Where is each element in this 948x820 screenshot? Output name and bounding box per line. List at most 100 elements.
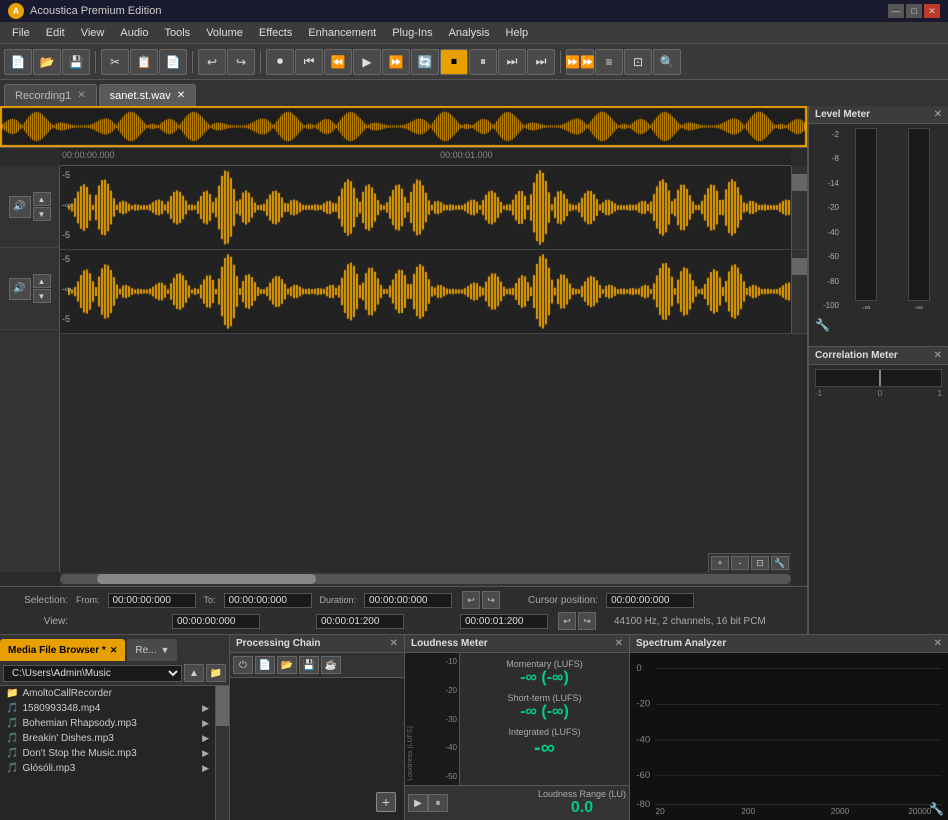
list-button[interactable]: ≡ [595,49,623,75]
cursor-pos-input[interactable] [606,593,694,608]
stop-button[interactable]: ⏹ [440,49,468,75]
chain-new-btn[interactable]: 📄 [255,656,275,674]
track2-vscroll[interactable] [791,250,807,333]
sel-next-btn[interactable]: ↪ [482,591,500,609]
fast-forward-button[interactable]: ⏩ [382,49,410,75]
hscrollbar[interactable] [60,572,791,586]
zoom-out-btn[interactable]: - [731,556,749,570]
track1-up[interactable]: ▲ [33,192,51,206]
menu-edit[interactable]: Edit [38,25,73,41]
record-button[interactable]: ⏺ [266,49,294,75]
tab-sanet[interactable]: sanet.st.wav ✕ [99,84,197,106]
grid-button[interactable]: ⊡ [624,49,652,75]
menu-plugins[interactable]: Plug-Ins [384,25,440,41]
pause-button[interactable]: ⏸ [469,49,497,75]
menu-file[interactable]: File [4,25,38,41]
loudness-play-btn[interactable]: ▶ [408,794,428,812]
play-btn-5[interactable]: ▶ [202,763,209,774]
correlation-meter-close[interactable]: ✕ [934,350,942,361]
loop-button[interactable]: 🔄 [411,49,439,75]
media-path-select[interactable]: C:\Users\Admin\Music [3,665,182,682]
chain-cup-btn[interactable]: ☕ [321,656,341,674]
track2-up[interactable]: ▲ [33,274,51,288]
spectrum-close[interactable]: ✕ [934,638,942,649]
list-item[interactable]: 🎵 Glósóli.mp3 ▶ [0,761,215,776]
loudness-close[interactable]: ✕ [615,638,623,649]
menu-view[interactable]: View [73,25,113,41]
menu-tools[interactable]: Tools [157,25,199,41]
minimize-button[interactable]: — [888,4,904,18]
chain-close[interactable]: ✕ [390,638,398,649]
copy-button[interactable]: 📋 [130,49,158,75]
play-btn-4[interactable]: ▶ [202,748,209,759]
level-meter-wrench[interactable]: 🔧 [815,318,830,332]
media-browser-tab[interactable]: Media File Browser * ✕ [0,639,125,661]
spectrum-wrench[interactable]: 🔧 [929,802,944,816]
loudness-stop-btn[interactable]: ⏸ [428,794,448,812]
list-item[interactable]: 🎵 Don't Stop the Music.mp3 ▶ [0,746,215,761]
play-btn-2[interactable]: ▶ [202,718,209,729]
view-to-input[interactable] [316,614,404,629]
snap-button[interactable]: ⏩⏩ [566,49,594,75]
play-btn-3[interactable]: ▶ [202,733,209,744]
tab-recording1[interactable]: Recording1 ✕ [4,84,97,106]
open-button[interactable]: 📂 [33,49,61,75]
menu-effects[interactable]: Effects [251,25,300,41]
chain-power-btn[interactable]: ⏻ [233,656,253,674]
close-button[interactable]: ✕ [924,4,940,18]
paste-button[interactable]: 📄 [159,49,187,75]
sel-prev-btn[interactable]: ↩ [462,591,480,609]
maximize-button[interactable]: □ [906,4,922,18]
zoom-in-btn[interactable]: + [711,556,729,570]
undo-button[interactable]: ↩ [198,49,226,75]
media-browser-tab-close[interactable]: ✕ [110,645,118,656]
tab-sanet-close[interactable]: ✕ [177,90,185,101]
selection-dur-input[interactable] [364,593,452,608]
track1-vscroll[interactable] [791,166,807,249]
media-vscroll-thumb[interactable] [216,686,229,726]
play-button[interactable]: ▶ [353,49,381,75]
rewind-button[interactable]: ⏪ [324,49,352,75]
tracks-main[interactable]: -5 -∞ -5 -5 -∞ -5 [60,166,807,572]
view-dur-input[interactable] [460,614,548,629]
menu-analysis[interactable]: Analysis [441,25,498,41]
view-from-input[interactable] [172,614,260,629]
tab-recording1-close[interactable]: ✕ [77,90,85,101]
hscrollbar-thumb[interactable] [97,574,316,584]
menu-help[interactable]: Help [498,25,537,41]
menu-volume[interactable]: Volume [198,25,251,41]
list-item[interactable]: 🎵 Bohemian Rhapsody.mp3 ▶ [0,716,215,731]
track2-down[interactable]: ▼ [33,289,51,303]
zoom-wrench-btn[interactable]: 🔧 [771,556,789,570]
play-btn-1[interactable]: ▶ [202,703,209,714]
zoom-fit-btn[interactable]: ⊡ [751,556,769,570]
chain-add-btn[interactable]: + [376,792,396,812]
media-vscroll[interactable] [215,686,229,820]
file-name-5: Glósóli.mp3 [22,763,75,774]
media-folder-btn[interactable]: 📁 [206,664,226,682]
list-item[interactable]: 📁 AmoltoCallRecorder [0,686,215,701]
selection-from-input[interactable] [108,593,196,608]
menu-audio[interactable]: Audio [112,25,156,41]
list-item[interactable]: 🎵 1580993348.mp4 ▶ [0,701,215,716]
view-prev-btn[interactable]: ↩ [558,612,576,630]
level-meter-close[interactable]: ✕ [934,109,942,120]
media-up-btn[interactable]: ▲ [184,664,204,682]
redo-button[interactable]: ↪ [227,49,255,75]
track1-down[interactable]: ▼ [33,207,51,221]
next-button[interactable]: ⏭ [498,49,526,75]
overview-waveform[interactable]: // Will be rendered via JS below [0,106,807,148]
zoom-button[interactable]: 🔍 [653,49,681,75]
view-next-btn[interactable]: ↪ [578,612,596,630]
selection-to-input[interactable] [224,593,312,608]
menu-enhancement[interactable]: Enhancement [300,25,384,41]
cut-button[interactable]: ✂ [101,49,129,75]
chain-open-btn[interactable]: 📂 [277,656,297,674]
save-button[interactable]: 💾 [62,49,90,75]
chain-save-btn[interactable]: 💾 [299,656,319,674]
to-start-button[interactable]: ⏮ [295,49,323,75]
recent-tab[interactable]: Re... ▼ [127,639,177,661]
new-button[interactable]: 📄 [4,49,32,75]
list-item[interactable]: 🎵 Breakin' Dishes.mp3 ▶ [0,731,215,746]
to-end-button[interactable]: ⏭ [527,49,555,75]
